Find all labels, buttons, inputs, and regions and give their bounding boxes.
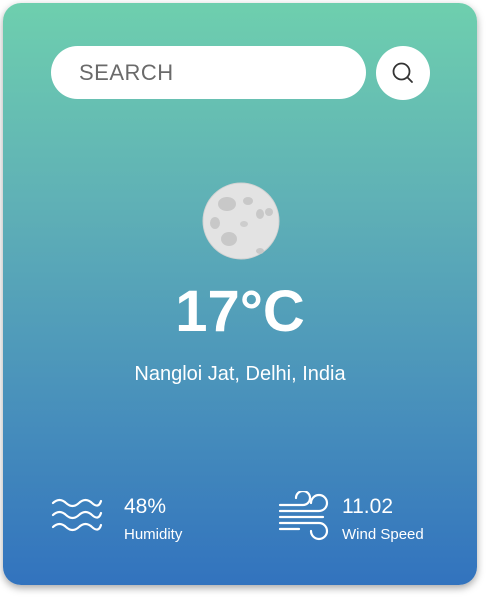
search-button[interactable] bbox=[376, 46, 430, 100]
humidity-value: 48% bbox=[124, 495, 167, 518]
humidity-label: Humidity bbox=[124, 526, 183, 543]
search-icon bbox=[392, 62, 413, 83]
weather-card: 17°C Nangloi Jat, Delhi, India 48% Humid… bbox=[3, 3, 477, 585]
temperature: 17°C bbox=[175, 279, 305, 344]
location-name: Nangloi Jat, Delhi, India bbox=[134, 363, 346, 385]
moon-icon bbox=[202, 182, 280, 260]
wind-value: 11.02 bbox=[342, 495, 393, 518]
search-input[interactable] bbox=[51, 46, 366, 99]
wind-label: Wind Speed bbox=[342, 526, 424, 543]
wind-icon bbox=[278, 491, 329, 541]
waves-icon bbox=[51, 498, 103, 532]
